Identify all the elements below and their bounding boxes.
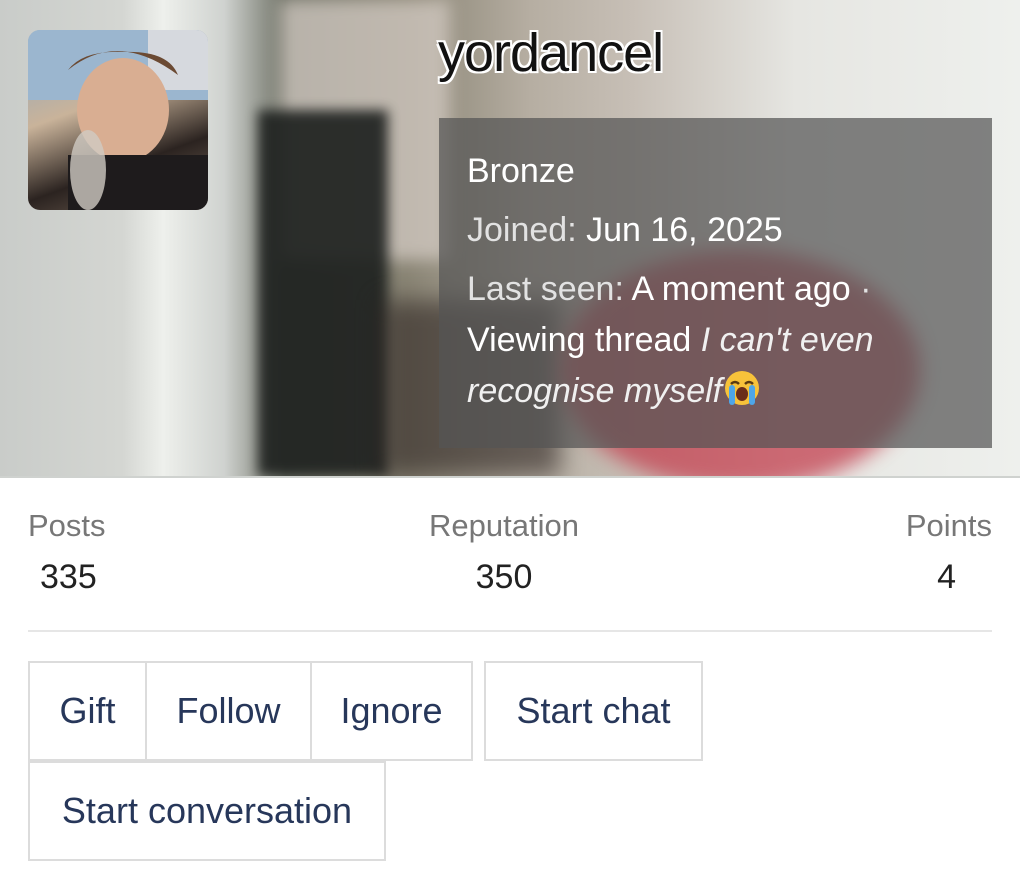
loudly-crying-face-icon (725, 371, 760, 405)
stat-reputation[interactable]: Reputation 350 (424, 508, 584, 597)
reputation-label: Reputation (429, 508, 579, 543)
avatar[interactable] (28, 30, 208, 210)
ignore-button[interactable]: Ignore (310, 661, 473, 761)
member-stats: Posts 335 Reputation 350 Points 4 (28, 508, 992, 604)
profile-banner: yordancel Bronze Joined: Jun 16, 2025 La… (0, 0, 1020, 478)
username[interactable]: yordancel (438, 22, 664, 84)
joined-row: Joined: Jun 16, 2025 (467, 211, 964, 250)
divider (28, 630, 992, 632)
member-info-panel: Bronze Joined: Jun 16, 2025 Last seen: A… (439, 118, 992, 448)
last-seen-label: Last seen: (467, 270, 624, 308)
posts-label: Posts (28, 508, 106, 543)
activity-text: Viewing thread (467, 321, 692, 359)
points-label: Points (905, 508, 992, 543)
stat-points[interactable]: Points 4 (906, 508, 992, 597)
stat-posts[interactable]: Posts 335 (28, 508, 106, 597)
follow-button[interactable]: Follow (145, 661, 312, 761)
gift-button[interactable]: Gift (28, 661, 147, 761)
last-seen-row: Last seen: A moment ago · Viewing thread… (467, 264, 964, 417)
last-seen-value: A moment ago (631, 270, 851, 308)
points-value: 4 (937, 558, 956, 596)
user-rank: Bronze (467, 152, 575, 190)
start-chat-button[interactable]: Start chat (484, 661, 703, 761)
joined-date: Jun 16, 2025 (586, 211, 783, 249)
reputation-value: 350 (475, 558, 533, 596)
posts-value: 335 (40, 558, 97, 596)
start-conversation-button[interactable]: Start conversation (28, 761, 386, 861)
separator-dot: · (860, 270, 872, 308)
joined-label: Joined: (467, 211, 577, 249)
